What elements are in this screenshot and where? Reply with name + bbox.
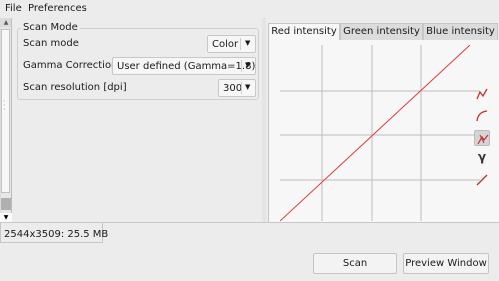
scan-mode-value: Color <box>212 39 239 50</box>
menu-file[interactable]: File <box>5 3 22 14</box>
scan-resolution-label: Scan resolution [dpi] <box>23 82 127 93</box>
menu-bar: File Preferences <box>0 0 499 18</box>
chevron-down-icon: ▼ <box>245 61 251 69</box>
reset-curve-tool[interactable] <box>474 172 490 188</box>
vertical-scrollbar[interactable]: ▲ · · · ▼ <box>0 18 12 222</box>
gamma-correction-label: Gamma Correction <box>23 60 118 71</box>
scroll-down-arrow-icon[interactable]: ▼ <box>0 213 12 222</box>
combo-separator <box>241 82 242 94</box>
spline-curve-icon <box>476 110 488 122</box>
curve-background <box>280 45 480 221</box>
pane-splitter[interactable] <box>262 18 266 222</box>
scan-button[interactable]: Scan <box>313 253 397 274</box>
gamma-icon[interactable]: γ <box>474 150 490 166</box>
intensity-tab-bar: Red intensity Green intensity Blue inten… <box>268 23 499 41</box>
curve-panel <box>268 40 499 222</box>
scan-mode-select[interactable]: Color ▼ <box>207 35 256 53</box>
linear-curve-icon <box>477 134 489 145</box>
scan-resolution-select[interactable]: 300 ▼ <box>218 79 256 97</box>
reset-curve-icon <box>476 174 488 186</box>
scan-mode-group-title: Scan Mode <box>21 22 80 33</box>
scan-mode-label: Scan mode <box>23 38 79 49</box>
gamma-correction-value: User defined (Gamma=1.8) <box>117 61 256 72</box>
spline-curve-tool[interactable] <box>474 108 490 124</box>
gamma-correction-select[interactable]: User defined (Gamma=1.8) ▼ <box>112 57 256 75</box>
tab-red-intensity[interactable]: Red intensity <box>268 23 340 41</box>
image-size-status: 2544x3509: 25.5 MB <box>4 229 109 240</box>
chevron-down-icon: ▼ <box>245 83 251 91</box>
combo-separator <box>240 38 241 50</box>
linear-curve-tool[interactable] <box>474 130 490 146</box>
freehand-curve-icon <box>476 88 488 100</box>
tab-green-intensity[interactable]: Green intensity <box>340 23 423 41</box>
intensity-curve-editor[interactable] <box>280 45 480 221</box>
scroll-end-marker <box>1 198 11 210</box>
combo-separator <box>241 60 242 72</box>
preview-window-button[interactable]: Preview Window <box>403 253 489 274</box>
scroll-up-arrow-icon[interactable]: ▲ <box>0 18 12 27</box>
menu-preferences[interactable]: Preferences <box>28 3 87 14</box>
freehand-curve-tool[interactable] <box>474 86 490 102</box>
scroll-grip-icon: · · · <box>3 97 6 114</box>
scan-resolution-value: 300 <box>223 83 243 94</box>
chevron-down-icon: ▼ <box>245 39 251 47</box>
tab-blue-intensity[interactable]: Blue intensity <box>423 23 498 41</box>
